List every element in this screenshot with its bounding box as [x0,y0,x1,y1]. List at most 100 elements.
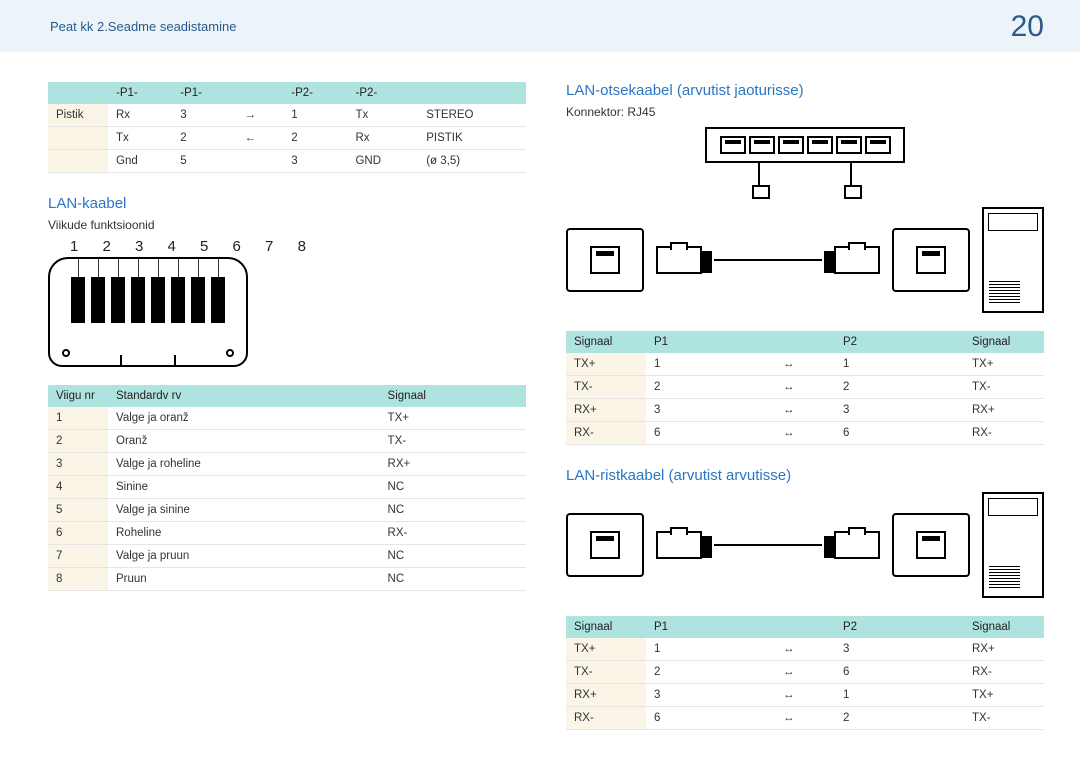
cell: 1 [48,407,108,430]
wall-jack-icon [892,228,970,292]
page-content: -P1- -P1- -P2- -P2- Pistik Rx 3 → 1 Tx S… [0,52,1080,752]
cell: 2 [48,430,108,453]
header-signal: Signaal [380,385,526,407]
header-signal2: Signaal [964,616,1044,638]
cell: Sinine [108,476,380,499]
pc-tower-icon [982,492,1044,598]
cell: 4 [48,476,108,499]
cell: Pistik [48,104,108,127]
cell: ↔ [775,376,835,399]
direct-cable-title: LAN-otsekaabel (arvutist jaoturisse) [566,82,1044,99]
table-row: RX+3↔1TX+ [566,684,1044,707]
cell: Valge ja oranž [108,407,380,430]
table-row: 8PruunNC [48,568,526,591]
table-row: TX+1↔3RX+ [566,638,1044,661]
cell: Roheline [108,522,380,545]
table-row: RX-6↔6RX- [566,422,1044,445]
cell: Valge ja roheline [108,453,380,476]
cell: TX+ [964,353,1044,376]
cell: 6 [646,707,775,730]
cell: 1 [646,353,775,376]
cell: TX+ [566,353,646,376]
direct-cable-diagram [566,127,1044,313]
wall-jack-icon [566,513,644,577]
breadcrumb: Peat kk 2.Seadme seadistamine [50,19,236,34]
cell: Valge ja pruun [108,545,380,568]
hub-icon [705,127,905,163]
cell: Rx [108,104,172,127]
cell: 6 [835,422,964,445]
cell: 6 [835,661,964,684]
pin-function-table: Viigu nr Standardv rv Signaal 1Valge ja … [48,385,526,591]
lan-cable-title: LAN-kaabel [48,195,526,212]
cell: Tx [347,104,418,127]
cell [48,150,108,173]
rj45-plug-icon [656,246,702,274]
table-row: Gnd 5 3 GND (ø 3,5) [48,150,526,173]
cell: Oranž [108,430,380,453]
cell: TX+ [964,684,1044,707]
table-row: TX-2↔2TX- [566,376,1044,399]
cell: 5 [172,150,236,173]
cell: ↔ [775,638,835,661]
left-column: -P1- -P1- -P2- -P2- Pistik Rx 3 → 1 Tx S… [48,82,526,752]
header-color: Standardv rv [108,385,380,407]
header-p1b: -P1- [172,82,236,104]
table-row: 2OranžTX- [48,430,526,453]
cell: 2 [283,127,347,150]
cell: 3 [835,638,964,661]
cross-cable-diagram [566,492,1044,598]
cell: 2 [646,376,775,399]
cell: 8 [48,568,108,591]
page-header: Peat kk 2.Seadme seadistamine 20 [0,0,1080,52]
cell: ↔ [775,422,835,445]
wall-jack-icon [566,228,644,292]
table-row: 4SinineNC [48,476,526,499]
rj45-plug-icon [834,531,880,559]
cell: ← [236,127,283,150]
table-row: 6RohelineRX- [48,522,526,545]
table-row: -P1- -P1- -P2- -P2- [48,82,526,104]
header-p2: P2 [835,331,964,353]
cell: 3 [835,399,964,422]
cell: 2 [835,376,964,399]
cell: 6 [48,522,108,545]
cell: PISTIK [418,127,526,150]
cell: RX- [566,422,646,445]
cross-cable-title: LAN-ristkaabel (arvutist arvutisse) [566,467,1044,484]
cell: 3 [283,150,347,173]
header-p2a: -P2- [283,82,347,104]
pc-tower-icon [982,207,1044,313]
cell: 3 [646,684,775,707]
cell: TX- [964,376,1044,399]
cell [48,127,108,150]
wall-jack-icon [892,513,970,577]
rj45-plug-icon [834,246,880,274]
cell: 1 [646,638,775,661]
cable-line-icon [714,544,822,546]
table-row: Signaal P1 P2 Signaal [566,616,1044,638]
table-row: 1Valge ja oranžTX+ [48,407,526,430]
cell: 3 [48,453,108,476]
cell: STEREO [418,104,526,127]
cell: ↔ [775,399,835,422]
cell: ↔ [775,684,835,707]
rj45-plug-icon [656,531,702,559]
header-blank [775,331,835,353]
right-column: LAN-otsekaabel (arvutist jaoturisse) Kon… [566,82,1044,752]
header-p1: P1 [646,616,775,638]
cell: TX- [380,430,526,453]
cell: ↔ [775,661,835,684]
cell [236,150,283,173]
rj45-pin-numbers: 1 2 3 4 5 6 7 8 [48,238,526,255]
page-number: 20 [1011,10,1044,44]
table-row: 3Valge ja rohelineRX+ [48,453,526,476]
header-signal2: Signaal [964,331,1044,353]
table-row: Pistik Rx 3 → 1 Tx STEREO [48,104,526,127]
cell: (ø 3,5) [418,150,526,173]
rj45-diagram: 1 2 3 4 5 6 7 8 [48,238,526,367]
table-row: Viigu nr Standardv rv Signaal [48,385,526,407]
cell: 6 [646,422,775,445]
header-signal: Signaal [566,331,646,353]
header-p1: P1 [646,331,775,353]
